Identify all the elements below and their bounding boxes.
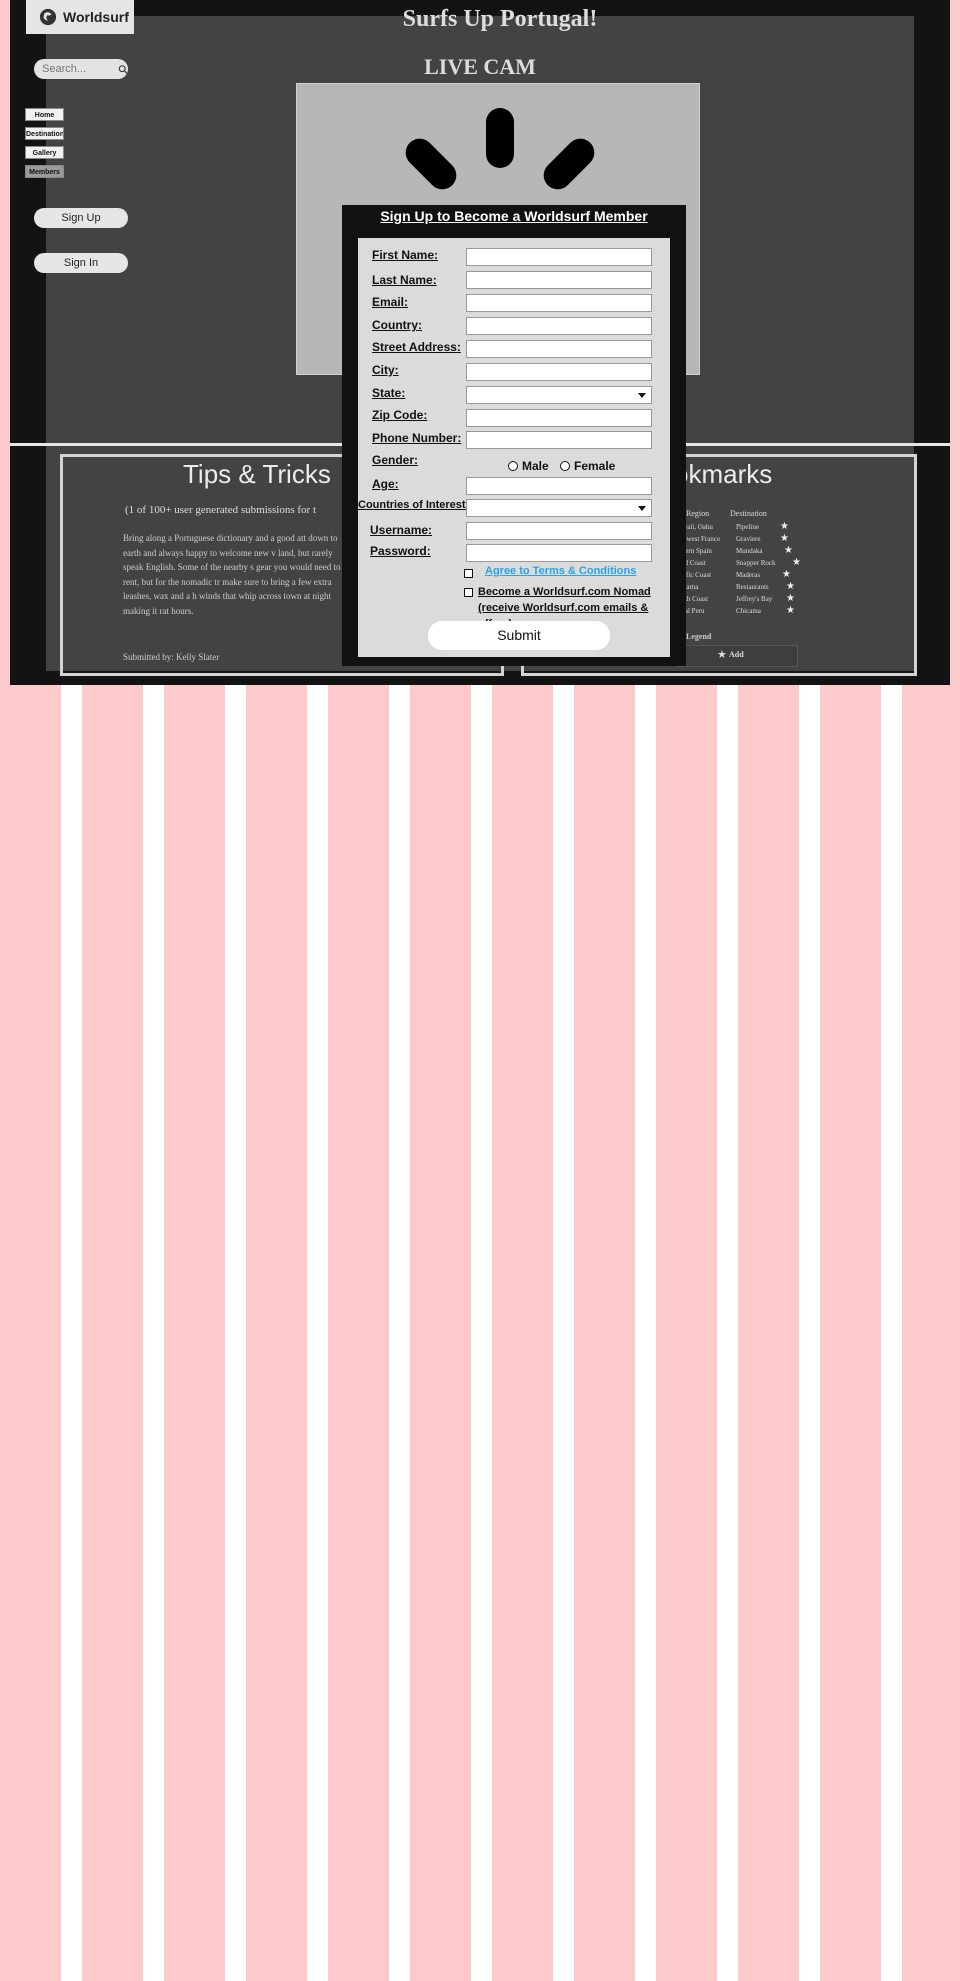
app-frame: Worldsurf Home Destinations Gallery Memb… (10, 0, 950, 685)
destination-header: Destination (730, 509, 767, 518)
star-icon[interactable]: ★ (786, 581, 795, 592)
tips-body: Bring along a Portuguese dictionary and … (123, 533, 341, 616)
phone-number-field[interactable] (466, 431, 652, 449)
bookmark-row[interactable]: Hawaii, Oahu Pipeline ★ (674, 521, 814, 535)
bookmark-destination: Jeffrey's Bay (736, 595, 773, 603)
sign-up-button[interactable]: Sign Up (34, 208, 128, 228)
age-label: Age: (372, 477, 399, 491)
page-title: Surfs Up Portugal! (402, 6, 598, 32)
country-label: Country: (372, 318, 422, 332)
city-label: City: (372, 363, 399, 377)
nav-gallery[interactable]: Gallery (25, 146, 64, 159)
live-cam-heading: LIVE CAM (424, 54, 536, 79)
radio-button (560, 461, 570, 471)
signup-modal-title: Sign Up to Become a Worldsurf Member (380, 208, 648, 224)
bookmark-destination: Snapper Rock (736, 559, 776, 567)
bookmark-destination: Maderas (736, 571, 761, 579)
star-icon[interactable]: ★ (780, 521, 789, 532)
terms-checkbox[interactable] (464, 569, 473, 578)
bookmark-destination: Graviere (736, 535, 761, 543)
star-icon[interactable]: ★ (782, 569, 791, 580)
zip-code-label: Zip Code: (372, 408, 428, 422)
password-label: Password: (370, 544, 431, 558)
star-icon[interactable]: ★ (786, 605, 795, 616)
bookmarks-toolbar: ★ Add (676, 645, 798, 667)
chevron-down-icon (638, 506, 646, 511)
gender-female-option[interactable]: Female (560, 459, 615, 473)
bookmark-destination: Mundaka (736, 547, 763, 555)
tips-title: Tips & Tricks (183, 459, 331, 489)
password-field[interactable] (466, 544, 652, 562)
countries-of-interest-select[interactable] (466, 499, 652, 517)
username-label: Username: (370, 523, 433, 537)
zip-code-field[interactable] (466, 409, 652, 427)
email-label: Email: (372, 295, 409, 309)
signup-form: First Name: Last Name: Email: Country: S… (358, 238, 670, 657)
star-icon[interactable]: ★ (784, 545, 793, 556)
bookmark-destination: Restaurants (736, 583, 769, 591)
tips-author: Submitted by: Kelly Slater (123, 652, 220, 662)
email-field[interactable] (466, 294, 652, 312)
street-address-field[interactable] (466, 340, 652, 358)
bookmarks-title: okmarks (674, 459, 773, 489)
age-field[interactable] (466, 477, 652, 495)
star-icon[interactable]: ★ (780, 533, 789, 544)
star-icon: ★ (717, 649, 727, 661)
legend-label: Legend (686, 632, 712, 641)
street-address-label: Street Address: (372, 340, 461, 354)
countries-of-interest-label: Countries of Interest: (358, 499, 470, 511)
sign-in-button[interactable]: Sign In (34, 253, 128, 273)
chevron-down-icon (638, 393, 646, 398)
add-bookmark-button[interactable]: Add (729, 650, 744, 659)
bookmark-destination: Chicama (736, 607, 761, 615)
state-label: State: (372, 386, 406, 400)
country-field[interactable] (466, 317, 652, 335)
first-name-label: First Name: (372, 248, 439, 262)
state-select[interactable] (466, 386, 652, 404)
bookmark-row[interactable]: outhwest France Graviere ★ (674, 533, 814, 547)
star-icon[interactable]: ★ (792, 557, 801, 568)
nav-home[interactable]: Home (25, 108, 64, 121)
bookmark-row[interactable]: Gold Coast Snapper Rock ★ (674, 557, 814, 571)
signup-modal: Sign Up to Become a Worldsurf Member Fir… (342, 205, 686, 666)
tips-subtitle: (1 of 100+ user generated submissions fo… (125, 504, 317, 516)
phone-number-label: Phone Number: (372, 431, 462, 445)
first-name-field[interactable] (466, 248, 652, 266)
nav-members[interactable]: Members (25, 165, 64, 178)
nav-destinations[interactable]: Destinations (25, 127, 64, 140)
radio-button (508, 461, 518, 471)
last-name-field[interactable] (466, 271, 652, 289)
bookmark-destination: Pipeline (736, 523, 759, 531)
username-field[interactable] (466, 522, 652, 540)
gender-male-option[interactable]: Male (508, 459, 549, 473)
submit-button[interactable]: Submit (428, 621, 610, 650)
nomad-checkbox[interactable] (464, 588, 473, 597)
gender-label: Gender: (372, 453, 419, 467)
star-icon[interactable]: ★ (786, 593, 795, 604)
bookmark-row[interactable]: entral Peru Chicama ★ (674, 605, 814, 619)
last-name-label: Last Name: (372, 273, 437, 287)
region-header: Region (686, 509, 710, 518)
terms-link[interactable]: Agree to Terms & Conditions (485, 565, 636, 577)
city-field[interactable] (466, 363, 652, 381)
